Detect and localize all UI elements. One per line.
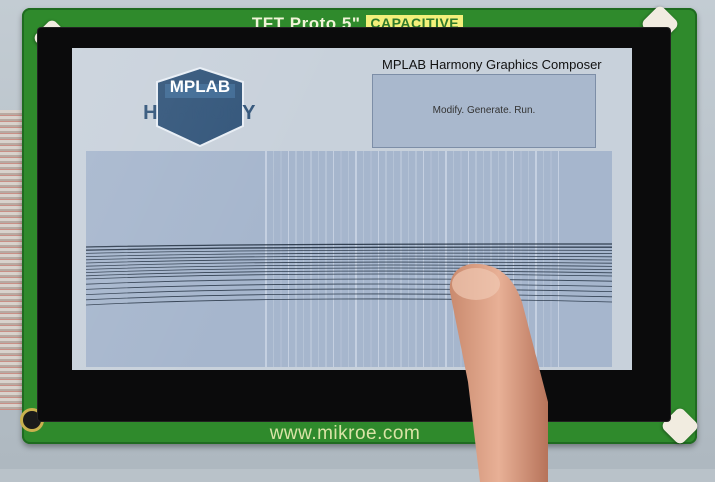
logo-badge-text: MPLAB (169, 77, 231, 96)
logo-name-text: HARMONY (143, 102, 257, 124)
label-widget[interactable]: Modify. Generate. Run. (372, 74, 596, 148)
label-text: Modify. Generate. Run. (432, 105, 536, 116)
board-url: www.mikroe.com (269, 423, 421, 444)
mplab-harmony-logo-icon: MPLAB HARMONY (105, 66, 295, 150)
app-title: MPLAB Harmony Graphics Composer (382, 57, 602, 72)
drawn-horizontal-line (86, 246, 612, 251)
finger-icon (449, 263, 548, 482)
